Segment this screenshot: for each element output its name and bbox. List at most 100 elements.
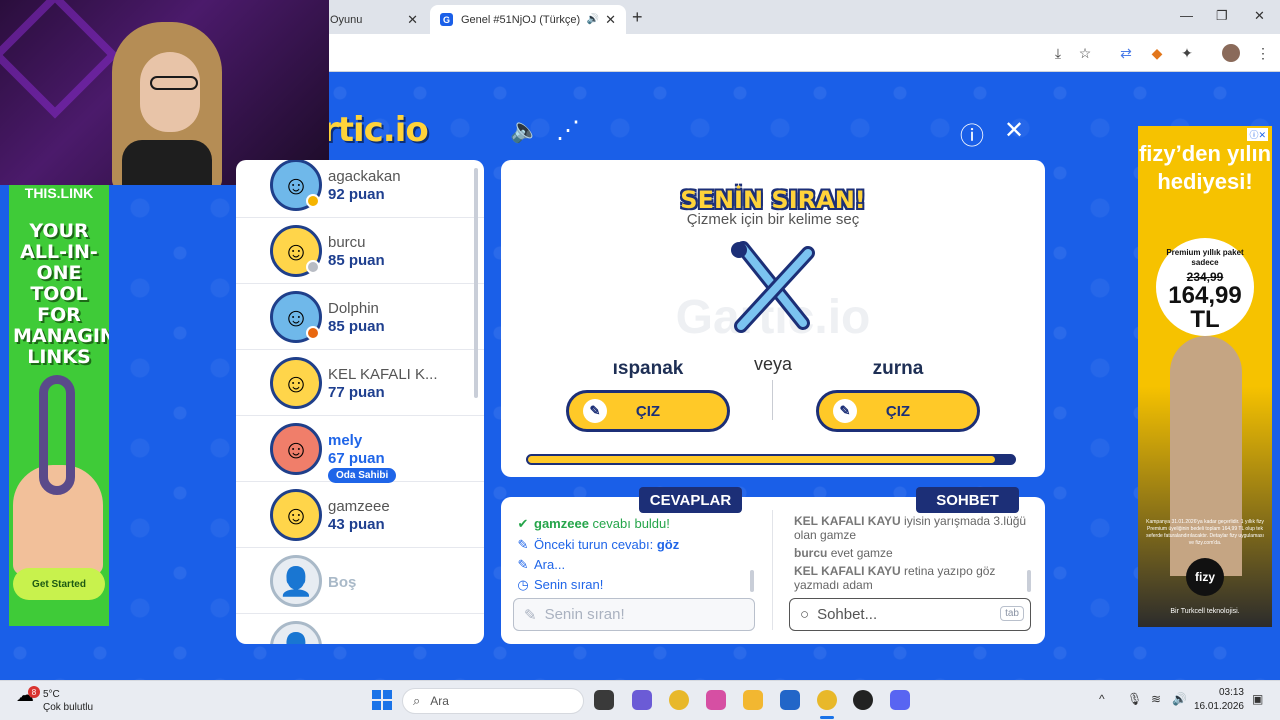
answer-line: ✎ Ara... (516, 557, 566, 573)
word-option-right: zurna (872, 358, 924, 379)
ad-headline: YOUR ALL-IN-ONE TOOL FOR MANAGING LINKS (13, 220, 109, 368)
taskbar-search-label: Ara (430, 694, 449, 708)
pencil-icon: ✎ (517, 557, 529, 572)
notification-icon[interactable]: ▣ (1252, 692, 1263, 706)
player-name: KEL KAFALI K... (328, 366, 438, 383)
draw-left-button[interactable]: ✎ ÇIZ (566, 390, 730, 432)
turn-timer-bar (526, 454, 1016, 465)
sound-icon[interactable]: 🔈 (510, 116, 540, 145)
player-name: Dolphin (328, 300, 379, 317)
chat-scrollbar[interactable] (1027, 570, 1031, 592)
player-name: Boş (328, 574, 357, 591)
badge-line: Premium yıllık paket sadece (1166, 248, 1244, 267)
your-turn-title: SENİN SIRAN! (680, 186, 866, 214)
more-menu-icon[interactable]: ⋮ (1254, 44, 1272, 62)
player-name: mely (328, 432, 363, 449)
status-dot (306, 326, 320, 340)
chat-user: KEL KAFALI KAYU (794, 514, 901, 528)
file-explorer-icon[interactable] (743, 690, 763, 710)
translate-icon[interactable]: ⇄ (1117, 44, 1135, 62)
bookmark-star-icon[interactable]: ☆ (1076, 44, 1094, 62)
discord-icon[interactable] (890, 690, 910, 710)
install-icon[interactable]: ⤓ (1049, 44, 1067, 62)
browser-tab-oyunu[interactable]: Oyunu ✕ (320, 5, 428, 34)
search-icon: ⌕ (413, 693, 421, 708)
empty-slot-avatar-icon: 👤 (270, 555, 322, 607)
player-score: 77 puan (328, 384, 385, 401)
taskbar-search[interactable]: ⌕ Ara (402, 688, 584, 714)
ad-fine-print: Kampanya 31.01.2026'ya kadar geçerlidir.… (1146, 519, 1264, 546)
chrome-active-icon[interactable] (817, 690, 837, 719)
answer-input[interactable]: ✎ Senin sıran! (513, 598, 755, 631)
minimize-icon[interactable]: — (1180, 8, 1193, 23)
brush-pencil-icon (731, 241, 815, 333)
system-clock[interactable]: 03:13 16.01.2026 (1192, 686, 1244, 714)
player-avatar: ☺ (270, 489, 322, 541)
left-advertisement[interactable]: THIS.LINK YOUR ALL-IN-ONE TOOL FOR MANAG… (9, 185, 109, 626)
word-option-left: ıspanak (612, 358, 684, 379)
answers-scrollbar[interactable] (750, 570, 754, 592)
window-close-icon[interactable]: ✕ (1254, 8, 1265, 24)
draw-label: ÇIZ (635, 402, 661, 420)
right-advertisement[interactable]: ⓘ✕ fizy’den yılın hediyesi! Premium yıll… (1138, 126, 1272, 627)
chrome-icon[interactable] (669, 690, 689, 710)
player-list: ☺ agackakan 92 puan ☺ burcu 85 puan ☺ Do… (236, 160, 484, 644)
copilot-icon[interactable] (706, 690, 726, 710)
close-icon[interactable]: ✕ (407, 12, 418, 28)
new-tab-plus-icon[interactable]: + (632, 7, 643, 28)
store-icon[interactable] (780, 690, 800, 710)
ad-brand: THIS.LINK (24, 185, 94, 201)
answer-text: cevabı buldu! (592, 516, 670, 531)
weather-widget[interactable]: 5°C Çok bulutlu (43, 688, 93, 714)
info-icon[interactable]: ⓘ (960, 116, 984, 151)
player-row-empty: 👤 Boş (236, 548, 484, 614)
fizy-logo: fizy (1186, 558, 1224, 596)
wifi-icon[interactable]: ≋ (1151, 692, 1161, 706)
volume-icon[interactable]: 🔊 (1172, 692, 1187, 706)
chain-link-icon (39, 375, 75, 495)
metamask-icon[interactable]: ◆ (1148, 44, 1166, 62)
draw-label: ÇIZ (885, 402, 911, 420)
exit-close-icon[interactable]: ✕ (1004, 116, 1024, 145)
room-owner-badge: Oda Sahibi (328, 468, 397, 483)
get-started-button[interactable]: Get Started (13, 568, 105, 600)
status-dot (306, 260, 320, 274)
task-view-icon[interactable] (594, 690, 614, 710)
chat-input-placeholder: Sohbet... (817, 606, 878, 623)
player-row-self: ☺ mely 67 puan Oda Sahibi (236, 416, 484, 483)
chat-message: KEL KAFALI KAYU retina yazıpo göz yazmad… (794, 564, 1030, 592)
teams-icon[interactable] (632, 690, 652, 710)
answer-line: ◷ Senin sıran! (516, 577, 603, 593)
weather-desc: Çok bulutlu (43, 702, 94, 713)
speaker-icon[interactable]: 🔊 (587, 14, 599, 25)
ad-footer: Bir Turkcell teknolojisi. (1170, 608, 1240, 615)
tab-chat[interactable]: SOHBET (916, 487, 1019, 513)
chat-input[interactable]: ○ Sohbet... tab (789, 598, 1031, 631)
close-icon[interactable]: ✕ (605, 12, 616, 28)
browser-tab-gartic[interactable]: G Genel #51NjOJ (Türkçe) - G 🔊 ✕ (430, 5, 626, 34)
weather-temp: 5°C (43, 689, 60, 700)
share-icon[interactable]: ⋰ (556, 116, 580, 145)
answer-input-placeholder: Senin sıran! (544, 606, 625, 623)
player-row: ☺ KEL KAFALI K... 77 puan (236, 350, 484, 416)
clock-time: 03:13 (1218, 687, 1244, 698)
or-label: veya (753, 354, 793, 374)
maximize-icon[interactable]: ❐ (1216, 8, 1228, 24)
answer-prefix: Önceki turun cevabı: (534, 537, 654, 552)
tab-answers[interactable]: CEVAPLAR (639, 487, 742, 513)
extensions-puzzle-icon[interactable]: ✦ (1178, 44, 1196, 62)
pencil-icon: ✎ (833, 399, 857, 423)
windows-start-icon[interactable] (372, 690, 392, 710)
player-list-scrollbar[interactable] (474, 168, 478, 398)
draw-right-button[interactable]: ✎ ÇIZ (816, 390, 980, 432)
obs-icon[interactable] (853, 690, 873, 710)
tray-chevron-icon[interactable]: ^ (1099, 692, 1105, 706)
player-name: agackakan (328, 168, 401, 185)
tab-title: Genel #51NjOJ (Türkçe) - G (461, 13, 583, 26)
word-choice-panel: Gartic.io SENİN SIRAN! Çizmek için bir k… (501, 160, 1045, 477)
chat-user: burcu (794, 546, 828, 560)
answer-value: göz (656, 537, 680, 552)
player-score: 67 puan (328, 450, 385, 467)
microphone-icon[interactable]: 🎙 (1127, 692, 1142, 706)
profile-avatar-icon[interactable] (1222, 44, 1240, 62)
